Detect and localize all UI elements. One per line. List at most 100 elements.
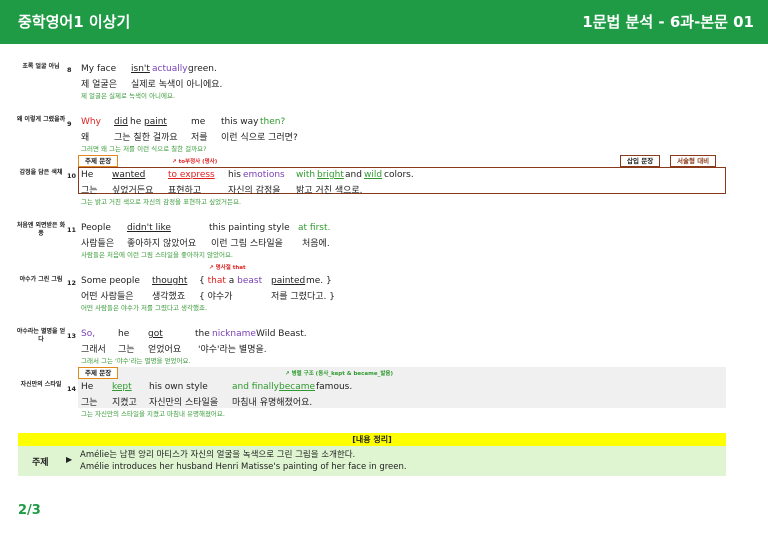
translation: 그래서 그는 '야수'라는 별명을 얻었어요. bbox=[81, 357, 191, 365]
en-chunk: wild bbox=[364, 170, 383, 180]
translation: 그는 자신만의 스타일을 지켰고 마침내 유명해졌어요. bbox=[81, 410, 225, 418]
row-topic: 감정을 담은 색채 bbox=[19, 169, 63, 176]
en-chunk: his own style bbox=[149, 382, 208, 392]
en-chunk: and bbox=[345, 170, 362, 180]
en-chunk: thought bbox=[152, 276, 188, 286]
ko-chunk: { 야수가 bbox=[199, 292, 233, 302]
sentence-number: 9 bbox=[67, 120, 72, 128]
ko-chunk: 어떤 사람들은 bbox=[81, 292, 134, 302]
en-chunk: bright bbox=[317, 170, 344, 180]
translation: 어떤 사람들은 야수가 저를 그렸다고 생각했죠. bbox=[81, 304, 208, 312]
grammar-note: ↗ to부정사 (명사) bbox=[172, 159, 218, 165]
en-chunk: green. bbox=[188, 64, 217, 74]
en-chunk: { that a beast bbox=[199, 276, 263, 286]
en-chunk: then? bbox=[260, 117, 286, 127]
sentence-number: 8 bbox=[67, 66, 72, 74]
ko-chunk: 얻었어요 bbox=[148, 345, 182, 355]
ko-chunk: 사람들은 bbox=[81, 239, 115, 249]
en-chunk: me. } bbox=[306, 276, 332, 286]
grammar-note: ↗ 병렬 구조 (동사_kept & became_발음) bbox=[285, 371, 393, 377]
ko-chunk: 지켰고 bbox=[112, 398, 137, 408]
translation: 사람들은 처음에 이런 그림 스타일을 좋아하지 않았어요. bbox=[81, 251, 234, 259]
row-topic: 자신만의 스타일 bbox=[20, 381, 62, 388]
en-chunk: nickname bbox=[212, 329, 256, 339]
row-topic: 야수라는 별명을 얻다 bbox=[16, 328, 66, 343]
en-chunk: Some people bbox=[81, 276, 140, 286]
en-chunk: with bbox=[296, 170, 316, 180]
en-chunk: Why bbox=[81, 117, 101, 127]
section-title: 1문법 분석 - 6과-본문 01 bbox=[582, 13, 754, 31]
ko-chunk: 싶었거든요 bbox=[112, 186, 154, 196]
en-chunk: this painting style bbox=[209, 223, 290, 233]
ko-chunk: 자신의 감정을 bbox=[228, 186, 281, 196]
en-chunk: and finally bbox=[232, 382, 280, 392]
translation: 제 얼굴은 실제로 녹색이 아니에요. bbox=[81, 92, 176, 100]
sentence-number: 10 bbox=[67, 172, 77, 180]
en-chunk: got bbox=[148, 329, 163, 339]
ko-chunk: 왜 bbox=[81, 133, 90, 143]
curved-arrow-icon: ↗ bbox=[209, 265, 214, 271]
en-chunk: famous. bbox=[316, 382, 353, 392]
ko-chunk: 생각했죠 bbox=[152, 292, 186, 302]
ko-chunk: '야수'라는 별명을. bbox=[198, 345, 267, 355]
ko-chunk: 그래서 bbox=[81, 345, 106, 355]
ko-chunk: 그는 bbox=[118, 345, 135, 355]
en-chunk: the bbox=[195, 329, 210, 339]
en-chunk: to express bbox=[168, 170, 215, 180]
en-chunk: actually bbox=[152, 64, 188, 74]
en-chunk: painted bbox=[271, 276, 306, 286]
sentence-number: 11 bbox=[67, 226, 77, 234]
en-chunk: paint bbox=[144, 117, 167, 127]
row-topic: 초록 얼굴 아님 bbox=[22, 63, 60, 70]
sentence-number: 12 bbox=[67, 279, 77, 287]
en-chunk: Wild Beast. bbox=[256, 329, 307, 339]
summary-body: 주제 ▶ Amélie는 남편 앙리 마티스가 자신의 얼굴을 녹색으로 그린 … bbox=[18, 446, 726, 476]
ko-chunk: 이런 식으로 그러면? bbox=[221, 133, 298, 143]
en-chunk: colors. bbox=[384, 170, 414, 180]
summary-label: 주제 bbox=[32, 458, 49, 468]
theme-sentence-tag: 주제 문장 bbox=[78, 367, 119, 379]
compare-tag: 서술형 대비 bbox=[670, 155, 717, 167]
en-chunk: became bbox=[279, 382, 316, 392]
curved-arrow-icon: ↗ bbox=[172, 159, 177, 165]
summary-title: [내용 정리] bbox=[18, 433, 726, 446]
theme-sentence-tag: 주제 문장 bbox=[78, 155, 119, 167]
sentence-number: 14 bbox=[67, 385, 77, 393]
en-chunk: emotions bbox=[243, 170, 285, 180]
en-chunk: did bbox=[114, 117, 128, 127]
en-chunk: He bbox=[81, 382, 94, 392]
en-chunk: kept bbox=[112, 382, 132, 392]
en-chunk: he bbox=[130, 117, 142, 127]
ko-chunk: 실제로 녹색이 아니에요. bbox=[131, 80, 223, 90]
row-topic: 왜 이렇게 그렸을까 bbox=[16, 116, 66, 123]
ko-chunk: 이런 그림 스타일을 bbox=[211, 239, 283, 249]
summary-english: Amélie introduces her husband Henri Mati… bbox=[80, 462, 407, 472]
ko-chunk: 그는 칠한 걸까요 bbox=[114, 133, 178, 143]
ko-chunk: 마침내 유명해졌어요. bbox=[232, 398, 313, 408]
ko-chunk: 밝고 거친 색으로. bbox=[296, 186, 363, 196]
ko-chunk: 저를 그렸다고. } bbox=[271, 292, 335, 302]
en-chunk: me bbox=[191, 117, 206, 127]
en-chunk: wanted bbox=[112, 170, 146, 180]
en-chunk: My face bbox=[81, 64, 117, 74]
page-number: 2/3 bbox=[18, 503, 41, 518]
en-chunk: this way bbox=[221, 117, 259, 127]
translation: 그러면 왜 그는 저를 이런 식으로 칠한 걸까요? bbox=[81, 145, 207, 153]
row-topic: 처음엔 외면받은 화풍 bbox=[16, 222, 66, 237]
en-chunk: So, bbox=[81, 329, 96, 339]
ko-chunk: 자신만의 스타일을 bbox=[149, 398, 219, 408]
en-chunk: at first. bbox=[298, 223, 331, 233]
en-chunk: isn't bbox=[131, 64, 150, 74]
ko-chunk: 제 얼굴은 bbox=[81, 80, 117, 90]
en-chunk: didn't like bbox=[127, 223, 171, 233]
en-chunk: he bbox=[118, 329, 130, 339]
ko-chunk: 그는 bbox=[81, 398, 98, 408]
insert-sentence-tag: 삽입 문장 bbox=[620, 155, 661, 167]
ko-chunk: 저를 bbox=[191, 133, 208, 143]
ko-chunk: 그는 bbox=[81, 186, 98, 196]
curved-arrow-icon: ↗ bbox=[285, 371, 290, 377]
ko-chunk: 표현하고 bbox=[168, 186, 202, 196]
header-bar: 중학영어1 이상기 1문법 분석 - 6과-본문 01 bbox=[0, 0, 768, 44]
summary-korean: Amélie는 남편 앙리 마티스가 자신의 얼굴을 녹색으로 그린 그림을 소… bbox=[80, 450, 356, 460]
sentence-number: 13 bbox=[67, 332, 77, 340]
